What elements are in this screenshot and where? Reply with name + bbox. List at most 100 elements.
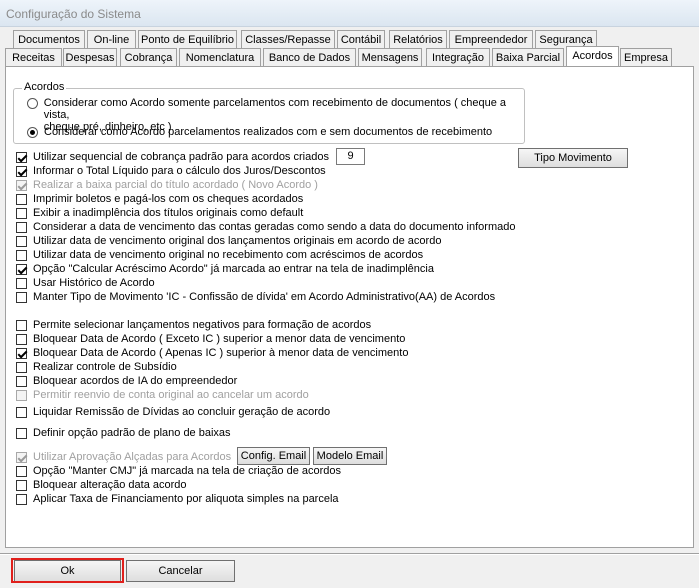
checkbox[interactable] — [16, 333, 27, 345]
option-checkbox-row[interactable]: Imprimir boletos e pagá-los com os chequ… — [16, 192, 303, 206]
checkbox[interactable] — [16, 165, 27, 177]
checkbox-label: Exibir a inadimplência dos títulos origi… — [33, 207, 304, 219]
radio-label: Considerar como Acordo parcelamentos rea… — [44, 126, 493, 138]
checkbox-label: Liquidar Remissão de Dívidas ao concluir… — [33, 406, 331, 418]
checkbox-label: Manter Tipo de Movimento 'IC - Confissão… — [33, 291, 496, 303]
checkbox[interactable] — [16, 361, 27, 373]
checkbox-label: Opção "Manter CMJ" já marcada na tela de… — [33, 465, 342, 477]
checkbox[interactable] — [16, 493, 27, 505]
modelo-email-button[interactable]: Modelo Email — [313, 447, 387, 465]
checkbox[interactable] — [16, 291, 27, 303]
checkbox[interactable] — [16, 249, 27, 261]
tab-mensagens[interactable]: Mensagens — [358, 48, 422, 66]
checkbox[interactable] — [16, 427, 27, 439]
checkbox-label: Utilizar data de vencimento original no … — [33, 249, 424, 261]
cancelar-button[interactable]: Cancelar — [126, 560, 235, 582]
checkbox[interactable] — [16, 263, 27, 275]
checkbox-label: Permite selecionar lançamentos negativos… — [33, 319, 372, 331]
checkbox[interactable] — [16, 221, 27, 233]
checkbox[interactable] — [16, 207, 27, 219]
radio-button[interactable] — [27, 98, 38, 109]
option-checkbox-row[interactable]: Manter Tipo de Movimento 'IC - Confissão… — [16, 290, 495, 304]
option-checkbox-row[interactable]: Realizar controle de Subsídio — [16, 360, 177, 374]
checkbox-label: Utilizar Aprovação Alçadas para Acordos — [33, 451, 232, 463]
checkbox-label: Bloquear Data de Acordo ( Exceto IC ) su… — [33, 333, 406, 345]
option-checkbox-row[interactable]: Considerar a data de vencimento das cont… — [16, 220, 515, 234]
checkbox[interactable] — [16, 479, 27, 491]
checkbox[interactable] — [16, 319, 27, 331]
checkbox-label: Bloquear alteração data acordo — [33, 479, 187, 491]
checkbox[interactable] — [16, 406, 27, 418]
checkbox-label: Opção "Calcular Acréscimo Acordo" já mar… — [33, 263, 434, 275]
checkbox-label: Imprimir boletos e pagá-los com os chequ… — [33, 193, 304, 205]
checkbox-label: Usar Histórico de Acordo — [33, 277, 155, 289]
tab-relat-rios[interactable]: Relatórios — [389, 30, 447, 48]
option-checkbox-row: Permitir reenvio de conta original ao ca… — [16, 388, 309, 402]
tab-cobran-a[interactable]: Cobrança — [120, 48, 177, 66]
acordos-legend: Acordos — [22, 81, 67, 93]
option-checkbox-row[interactable]: Bloquear alteração data acordo — [16, 478, 187, 492]
footer-divider — [0, 553, 699, 555]
option-checkbox-row[interactable]: Bloquear Data de Acordo ( Apenas IC ) su… — [16, 346, 408, 360]
radio-button[interactable] — [27, 127, 38, 138]
tab-ponto-de-equil-brio[interactable]: Ponto de Equilíbrio — [138, 30, 237, 48]
config-email-button[interactable]: Config. Email — [237, 447, 310, 465]
acordos-groupbox: Acordos Considerar como Acordo somente p… — [13, 81, 525, 144]
option-checkbox-row[interactable]: Exibir a inadimplência dos títulos origi… — [16, 206, 303, 220]
option-checkbox-row[interactable]: Informar o Total Líquido para o cálculo … — [16, 164, 326, 178]
checkbox-label: Informar o Total Líquido para o cálculo … — [33, 165, 326, 177]
tab-banco-de-dados[interactable]: Banco de Dados — [263, 48, 356, 66]
tab-acordos[interactable]: Acordos — [566, 46, 619, 66]
option-checkbox-row: Utilizar Aprovação Alçadas para Acordos — [16, 450, 231, 464]
option-checkbox-row[interactable]: Utilizar data de vencimento original dos… — [16, 234, 441, 248]
tab-integra-o[interactable]: Integração — [426, 48, 490, 66]
tab-baixa-parcial[interactable]: Baixa Parcial — [492, 48, 564, 66]
checkbox-label: Utilizar sequencial de cobrança padrão p… — [33, 151, 329, 163]
checkbox-label: Permitir reenvio de conta original ao ca… — [33, 389, 309, 401]
checkbox-label: Realizar a baixa parcial do título acord… — [33, 179, 318, 191]
title-bar: Configuração do Sistema — [0, 0, 699, 27]
option-checkbox-row[interactable]: Usar Histórico de Acordo — [16, 276, 155, 290]
tab-on-line[interactable]: On-line — [87, 30, 136, 48]
checkbox[interactable] — [16, 347, 27, 359]
option-checkbox-row[interactable]: Aplicar Taxa de Financiamento por aliquo… — [16, 492, 339, 506]
option-checkbox-row[interactable]: Liquidar Remissão de Dívidas ao concluir… — [16, 405, 330, 419]
checkbox-label: Considerar a data de vencimento das cont… — [33, 221, 516, 233]
radio-acordo-com-sem-documentos[interactable]: Considerar como Acordo parcelamentos rea… — [27, 126, 492, 138]
window-title: Configuração do Sistema — [6, 7, 141, 21]
sequencial-value-field[interactable]: 9 — [336, 148, 365, 165]
ok-button[interactable]: Ok — [14, 560, 121, 582]
checkbox[interactable] — [16, 235, 27, 247]
checkbox[interactable] — [16, 193, 27, 205]
tab-cont-bil[interactable]: Contábil — [337, 30, 385, 48]
checkbox-label: Utilizar data de vencimento original dos… — [33, 235, 442, 247]
tab-documentos[interactable]: Documentos — [13, 30, 85, 48]
checkbox[interactable] — [16, 277, 27, 289]
checkbox[interactable] — [16, 375, 27, 387]
checkbox[interactable] — [16, 151, 27, 163]
tipo-movimento-button[interactable]: Tipo Movimento — [518, 148, 628, 168]
checkbox — [16, 179, 27, 191]
option-checkbox-row[interactable]: Opção "Calcular Acréscimo Acordo" já mar… — [16, 262, 434, 276]
option-checkbox-row: Realizar a baixa parcial do título acord… — [16, 178, 318, 192]
option-checkbox-row[interactable]: Definir opção padrão de plano de baixas — [16, 426, 231, 440]
option-checkbox-row[interactable]: Utilizar sequencial de cobrança padrão p… — [16, 150, 329, 164]
option-checkbox-row[interactable]: Opção "Manter CMJ" já marcada na tela de… — [16, 464, 341, 478]
tab-empresa[interactable]: Empresa — [620, 48, 672, 66]
tab-row-2: Receitas Despesas Cobrança Nomenclatura Banc… — [0, 46, 699, 68]
checkbox-label: Realizar controle de Subsídio — [33, 361, 177, 373]
checkbox-label: Bloquear Data de Acordo ( Apenas IC ) su… — [33, 347, 409, 359]
tab-classes-repasse[interactable]: Classes/Repasse — [241, 30, 335, 48]
checkbox[interactable] — [16, 465, 27, 477]
tab-nomenclatura[interactable]: Nomenclatura — [179, 48, 261, 66]
option-checkbox-row[interactable]: Permite selecionar lançamentos negativos… — [16, 318, 371, 332]
option-checkbox-row[interactable]: Utilizar data de vencimento original no … — [16, 248, 423, 262]
option-checkbox-row[interactable]: Bloquear acordos de IA do empreendedor — [16, 374, 237, 388]
checkbox-label: Definir opção padrão de plano de baixas — [33, 427, 231, 439]
option-checkbox-row[interactable]: Bloquear Data de Acordo ( Exceto IC ) su… — [16, 332, 405, 346]
checkbox-label: Aplicar Taxa de Financiamento por aliquo… — [33, 493, 339, 505]
tab-receitas[interactable]: Receitas — [5, 48, 62, 66]
tab-empreendedor[interactable]: Empreendedor — [449, 30, 533, 48]
tab-despesas[interactable]: Despesas — [63, 48, 117, 66]
checkbox — [16, 389, 27, 401]
